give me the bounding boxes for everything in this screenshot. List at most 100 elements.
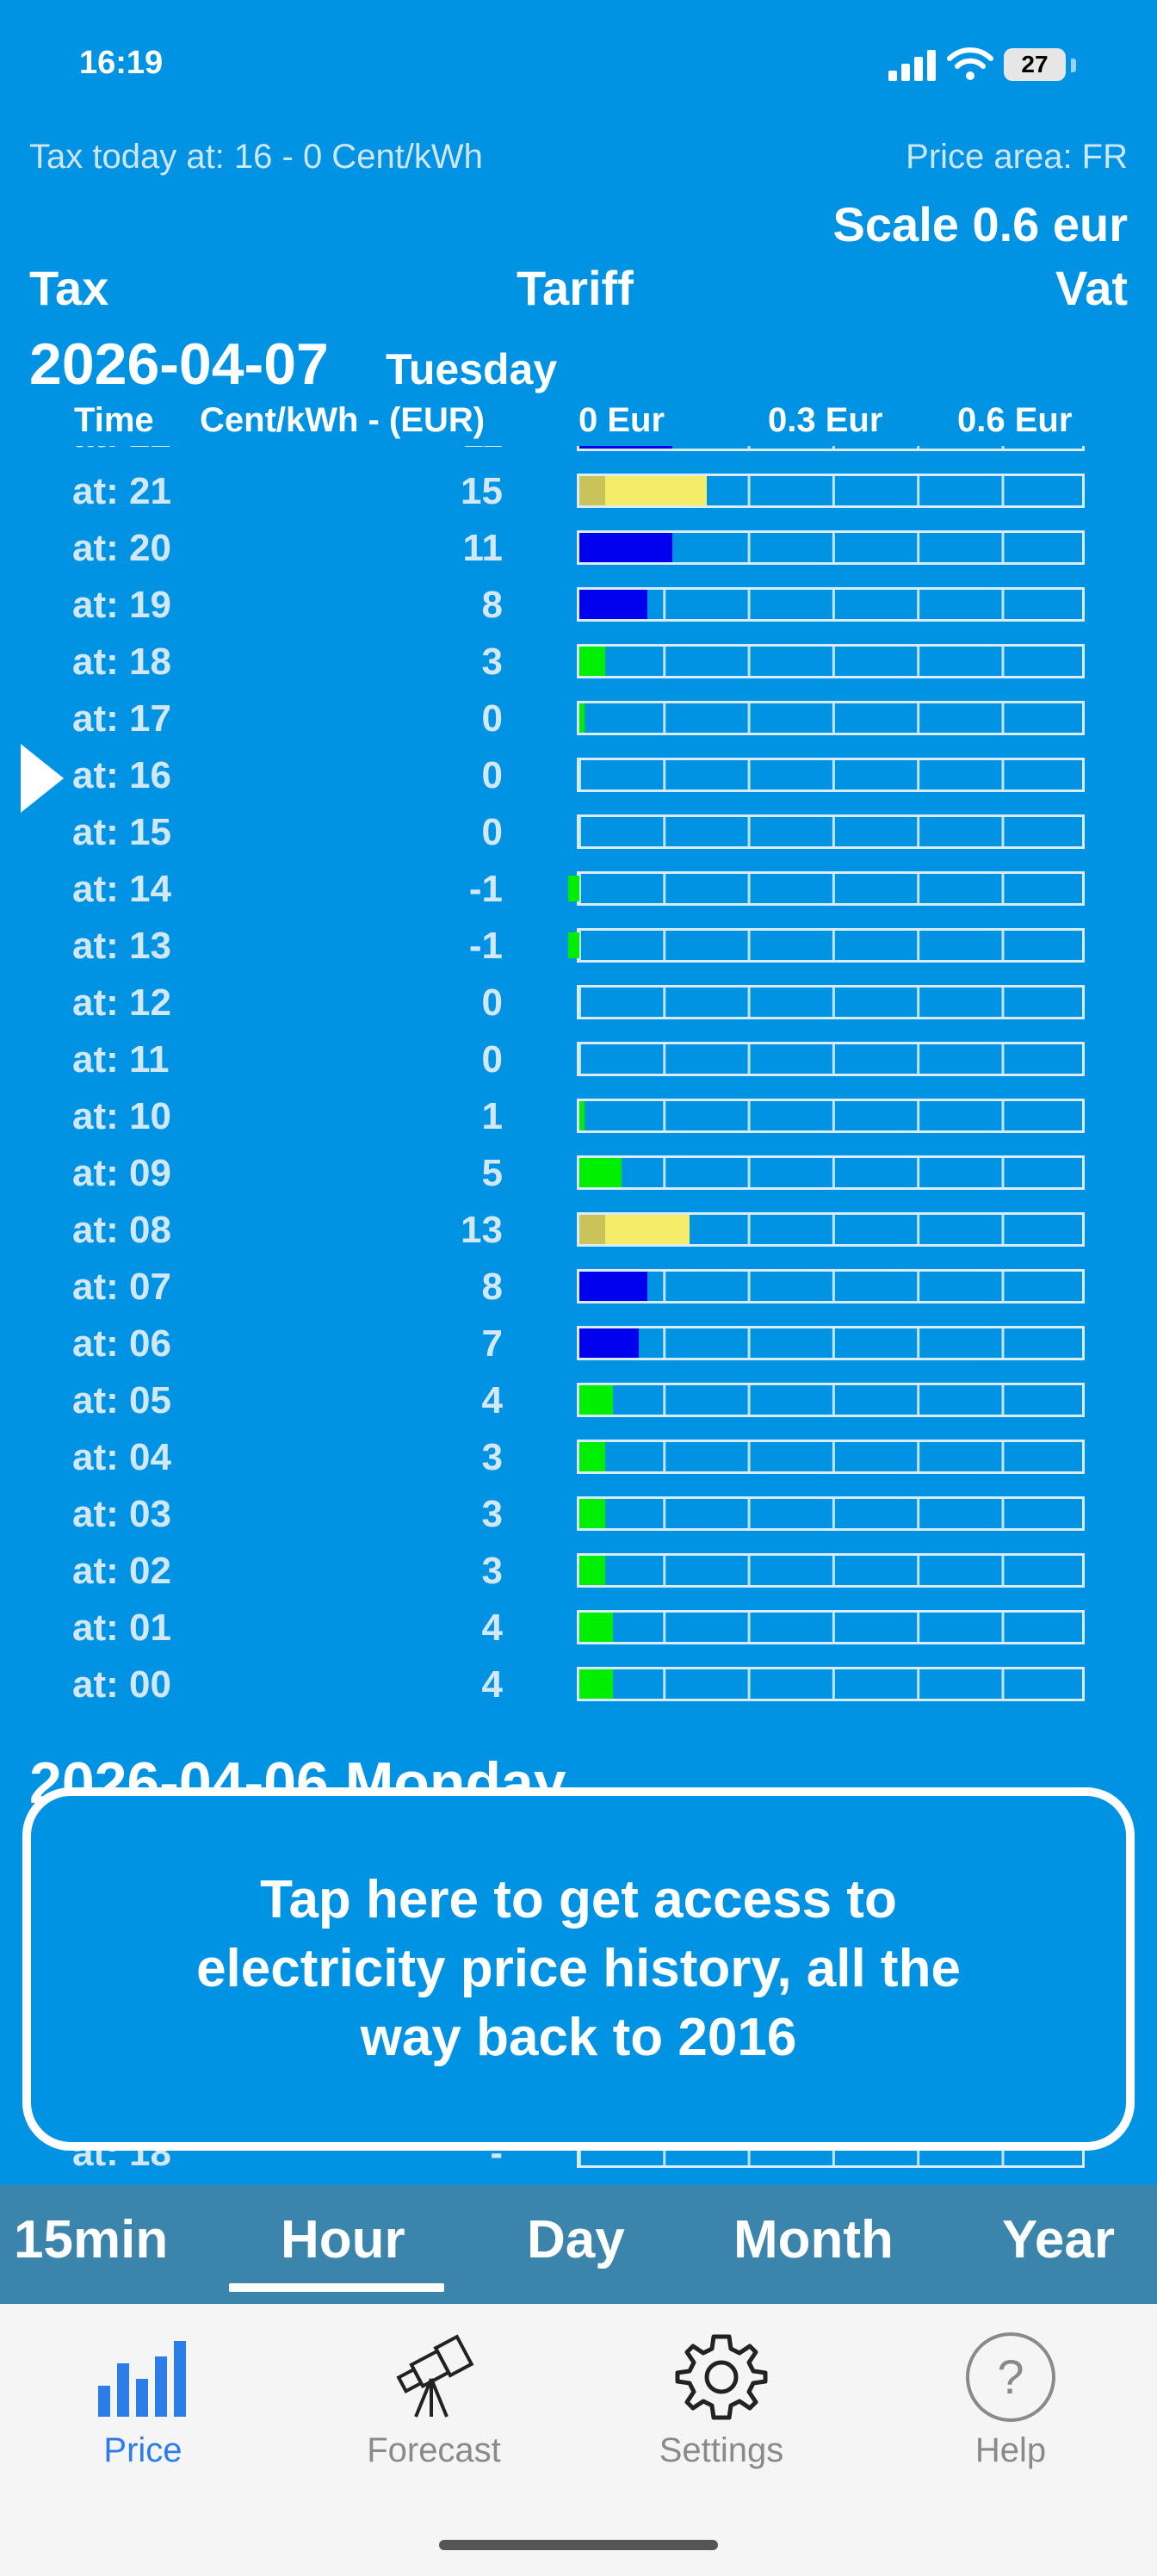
hour-price-value: 0 (481, 981, 503, 1024)
hour-row[interactable]: at: 20 11 (0, 522, 1157, 579)
price-bar (568, 876, 579, 901)
hour-price-value: 4 (481, 1663, 503, 1706)
hour-price-value: 5 (481, 1152, 503, 1194)
price-bar (579, 533, 673, 562)
column-unit-header: Cent/kWh - (EUR) (200, 401, 486, 439)
tax-toggle[interactable]: Tax (29, 260, 108, 316)
price-bar-track (577, 1326, 1085, 1360)
price-bar-track (577, 1610, 1085, 1644)
battery-nub (1071, 59, 1076, 72)
price-bar (579, 476, 707, 505)
status-bar: 16:19 27 (0, 0, 1157, 129)
hour-label: at: 03 (72, 1493, 171, 1535)
price-bar (579, 1499, 605, 1528)
hour-price-value: 0 (481, 1038, 503, 1081)
hour-price-value: 0 (481, 697, 503, 740)
hour-label: at: 17 (72, 697, 171, 740)
price-bar-track (568, 928, 1085, 963)
range-tab-hour[interactable]: Hour (281, 2209, 405, 2270)
hour-price-value: 15 (461, 470, 503, 512)
hour-label: at: 06 (72, 1322, 171, 1365)
hour-label: at: 08 (72, 1209, 171, 1251)
hour-label: at: 16 (72, 754, 171, 796)
hour-row[interactable]: at: 05 4 (0, 1374, 1157, 1431)
hour-row[interactable]: at: 21 15 (0, 465, 1157, 522)
hour-row[interactable]: at: 09 5 (0, 1147, 1157, 1204)
hour-price-value: 8 (481, 584, 503, 626)
range-tab-month[interactable]: Month (733, 2209, 894, 2270)
price-area-info[interactable]: Price area: FR (906, 138, 1128, 176)
hour-row[interactable]: at: 14 -1 (0, 863, 1157, 920)
hour-price-value: 3 (481, 641, 503, 683)
price-bar (579, 1158, 622, 1187)
price-bar-track (577, 814, 1085, 849)
tab-price-label: Price (103, 2431, 183, 2469)
hour-label: at: 13 (72, 925, 171, 967)
price-bar-track (577, 474, 1085, 508)
price-bar (579, 1215, 690, 1244)
hour-row[interactable]: at: 08 13 (0, 1204, 1157, 1260)
hour-row[interactable]: at: 07 8 (0, 1260, 1157, 1317)
range-selected-underline (229, 2283, 444, 2292)
hour-price-value: 8 (481, 1266, 503, 1308)
tariff-toggle[interactable]: Tariff (517, 260, 634, 316)
range-tab-year[interactable]: Year (1002, 2209, 1115, 2270)
hour-row[interactable]: at: 10 1 (0, 1090, 1157, 1147)
range-tab-15min[interactable]: 15min (14, 2209, 168, 2270)
status-time: 16:19 (79, 45, 164, 81)
hour-row[interactable]: at: 16 0 (0, 744, 1157, 813)
tab-price[interactable]: Price (31, 2330, 255, 2470)
peek-row: at: 18 - (0, 2151, 1157, 2185)
bar-chart-icon (31, 2330, 255, 2424)
hour-row[interactable]: at: 01 4 (0, 1601, 1157, 1658)
price-bar-track (577, 1042, 1085, 1076)
peek-bar-track (577, 2151, 1085, 2168)
peek-hour-value: - (490, 2151, 503, 2174)
hour-price-value: 3 (481, 1436, 503, 1478)
hour-label: at: 15 (72, 811, 171, 853)
price-bar (579, 1328, 639, 1358)
hour-label: at: 09 (72, 1152, 171, 1194)
hour-row[interactable]: at: 13 -1 (0, 920, 1157, 976)
price-bar-track (577, 1269, 1085, 1303)
hour-label: at: 11 (72, 1038, 170, 1081)
range-tab-day[interactable]: Day (527, 2209, 625, 2270)
hour-label: at: 05 (72, 1379, 171, 1421)
tax-today-info: Tax today at: 16 - 0 Cent/kWh (29, 138, 483, 176)
hour-row[interactable]: at: 15 0 (0, 806, 1157, 863)
scale-label[interactable]: Scale 0.6 eur (833, 196, 1128, 252)
hour-price-value: 4 (481, 1379, 503, 1421)
tab-help[interactable]: ? Help (899, 2330, 1123, 2470)
signal-icon (888, 50, 937, 81)
hour-price-value: -1 (468, 868, 503, 910)
hour-row[interactable]: at: 00 4 (0, 1658, 1157, 1715)
hour-list[interactable]: at: 2211at: 2115at: 2011at: 198at: 183at… (0, 446, 1157, 1737)
history-promo-button[interactable]: Tap here to get access to electricity pr… (22, 1787, 1135, 2151)
hour-label: at: 21 (72, 470, 171, 512)
vat-toggle[interactable]: Vat (1055, 260, 1128, 316)
hour-label: at: 07 (72, 1266, 171, 1308)
hour-row[interactable]: at: 02 3 (0, 1545, 1157, 1601)
price-bar (579, 1613, 614, 1642)
hour-label: at: 18 (72, 641, 171, 683)
hour-label: at: 10 (72, 1095, 171, 1137)
hour-row[interactable]: at: 11 0 (0, 1033, 1157, 1090)
scale-tick-0: 0 Eur (578, 401, 665, 439)
hour-row[interactable]: at: 03 3 (0, 1488, 1157, 1545)
hour-row[interactable]: at: 18 3 (0, 635, 1157, 692)
telescope-icon (322, 2330, 546, 2424)
scale-tick-1: 0.3 Eur (768, 401, 883, 439)
price-bar-track (577, 446, 1085, 451)
hour-row[interactable]: at: 04 3 (0, 1431, 1157, 1488)
hour-row[interactable]: at: 22 11 (0, 446, 1157, 465)
hour-row[interactable]: at: 17 0 (0, 692, 1157, 749)
hour-row[interactable]: at: 19 8 (0, 579, 1157, 635)
price-bar-track (577, 644, 1085, 678)
hour-row[interactable]: at: 06 7 (0, 1317, 1157, 1374)
column-time-header: Time (74, 401, 154, 439)
hour-row[interactable]: at: 12 0 (0, 976, 1157, 1033)
hour-price-value: 0 (481, 811, 503, 853)
tab-forecast[interactable]: Forecast (322, 2330, 546, 2470)
tab-settings[interactable]: Settings (609, 2330, 833, 2470)
hour-label: at: 01 (72, 1607, 171, 1649)
